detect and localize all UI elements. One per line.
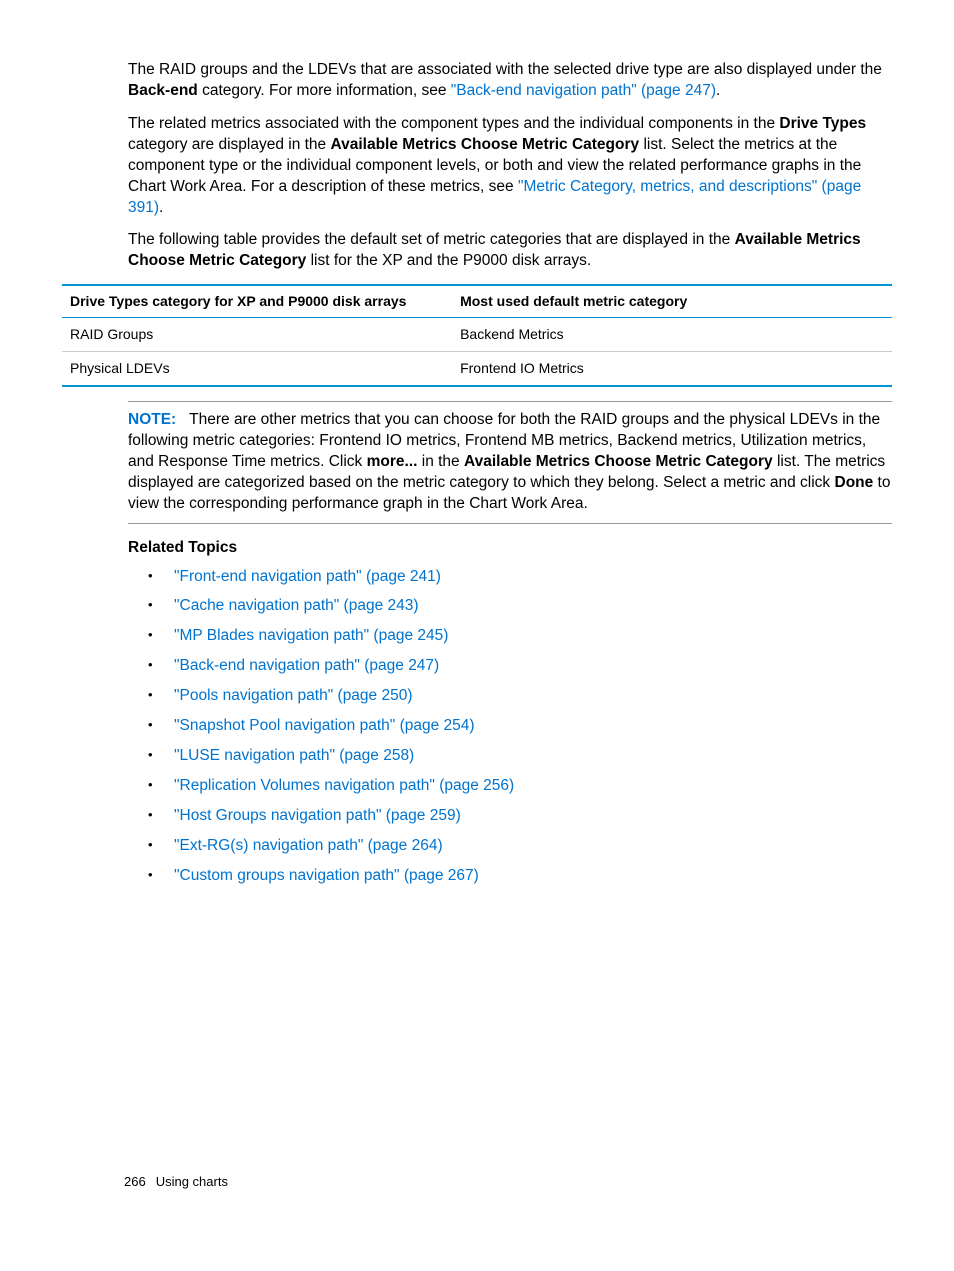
link-related[interactable]: "Ext-RG(s) navigation path" (page 264) — [174, 837, 443, 854]
list-item: "MP Blades navigation path" (page 245) — [148, 626, 892, 647]
metric-category-table: Drive Types category for XP and P9000 di… — [62, 284, 892, 387]
related-topics-list: "Front-end navigation path" (page 241) "… — [148, 567, 892, 887]
table-header: Most used default metric category — [452, 285, 892, 317]
list-item: "Back-end navigation path" (page 247) — [148, 656, 892, 677]
list-item: "Ext-RG(s) navigation path" (page 264) — [148, 836, 892, 857]
related-topics-heading: Related Topics — [128, 538, 892, 559]
text: The related metrics associated with the … — [128, 115, 779, 132]
page-number: 266 — [124, 1174, 146, 1189]
table-cell: Backend Metrics — [452, 318, 892, 352]
note-box: NOTE: There are other metrics that you c… — [128, 401, 892, 524]
link-related[interactable]: "Front-end navigation path" (page 241) — [174, 568, 441, 585]
link-related[interactable]: "Custom groups navigation path" (page 26… — [174, 867, 479, 884]
bold-text: more... — [367, 453, 418, 470]
list-item: "Replication Volumes navigation path" (p… — [148, 776, 892, 797]
text: category are displayed in the — [128, 136, 330, 153]
list-item: "Custom groups navigation path" (page 26… — [148, 866, 892, 887]
link-related[interactable]: "LUSE navigation path" (page 258) — [174, 747, 414, 764]
list-item: "Front-end navigation path" (page 241) — [148, 567, 892, 588]
text: . — [159, 199, 163, 216]
bold-text: Back-end — [128, 82, 198, 99]
bold-text: Available Metrics Choose Metric Category — [330, 136, 639, 153]
link-related[interactable]: "Cache navigation path" (page 243) — [174, 597, 419, 614]
list-item: "Pools navigation path" (page 250) — [148, 686, 892, 707]
text: . — [716, 82, 720, 99]
link-related[interactable]: "MP Blades navigation path" (page 245) — [174, 627, 448, 644]
list-item: "Cache navigation path" (page 243) — [148, 596, 892, 617]
intro-paragraph-2: The related metrics associated with the … — [128, 114, 892, 219]
link-related[interactable]: "Back-end navigation path" (page 247) — [174, 657, 439, 674]
table-row: RAID Groups Backend Metrics — [62, 318, 892, 352]
note-label: NOTE: — [128, 411, 176, 428]
bold-text: Done — [835, 474, 874, 491]
link-related[interactable]: "Host Groups navigation path" (page 259) — [174, 807, 461, 824]
table-cell: Physical LDEVs — [62, 352, 452, 386]
table-header: Drive Types category for XP and P9000 di… — [62, 285, 452, 317]
list-item: "LUSE navigation path" (page 258) — [148, 746, 892, 767]
text: The following table provides the default… — [128, 231, 735, 248]
table-cell: RAID Groups — [62, 318, 452, 352]
link-related[interactable]: "Snapshot Pool navigation path" (page 25… — [174, 717, 475, 734]
intro-paragraph-3: The following table provides the default… — [128, 230, 892, 272]
link-related[interactable]: "Pools navigation path" (page 250) — [174, 687, 413, 704]
text: list for the XP and the P9000 disk array… — [306, 252, 591, 269]
list-item: "Snapshot Pool navigation path" (page 25… — [148, 716, 892, 737]
section-name: Using charts — [156, 1174, 228, 1189]
table-cell: Frontend IO Metrics — [452, 352, 892, 386]
table-row: Physical LDEVs Frontend IO Metrics — [62, 352, 892, 386]
bold-text: Available Metrics Choose Metric Category — [464, 453, 773, 470]
text: category. For more information, see — [198, 82, 451, 99]
page-footer: 266 Using charts — [124, 1173, 228, 1191]
text: The RAID groups and the LDEVs that are a… — [128, 61, 882, 78]
link-related[interactable]: "Replication Volumes navigation path" (p… — [174, 777, 514, 794]
bold-text: Drive Types — [779, 115, 866, 132]
intro-paragraph-1: The RAID groups and the LDEVs that are a… — [128, 60, 892, 102]
list-item: "Host Groups navigation path" (page 259) — [148, 806, 892, 827]
table-header-row: Drive Types category for XP and P9000 di… — [62, 285, 892, 317]
text: in the — [417, 453, 464, 470]
link-backend-nav[interactable]: "Back-end navigation path" (page 247) — [451, 82, 716, 99]
